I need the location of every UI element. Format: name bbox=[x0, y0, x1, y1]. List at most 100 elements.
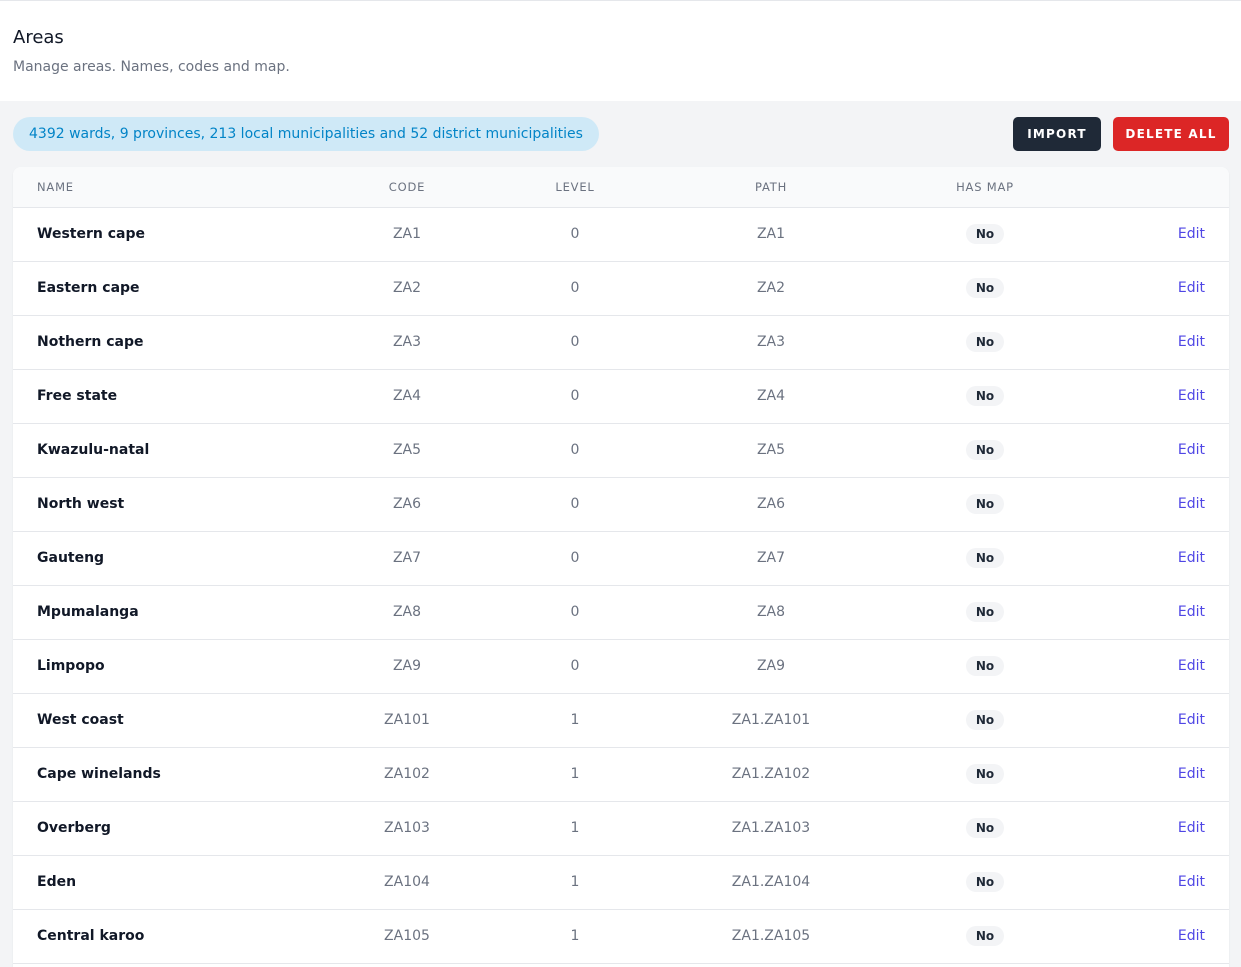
area-level: 0 bbox=[570, 280, 580, 296]
area-code: ZA2 bbox=[392, 280, 422, 296]
edit-link[interactable]: Edit bbox=[1178, 712, 1205, 728]
areas-table-card: Name Code Level Path Has map Western cap… bbox=[13, 167, 1229, 967]
area-code: ZA102 bbox=[384, 766, 430, 782]
area-code: ZA104 bbox=[384, 874, 430, 890]
edit-link[interactable]: Edit bbox=[1178, 928, 1205, 944]
table-body: Western cape ZA1 0 ZA1 No Edit Eastern cape ZA2… bbox=[13, 207, 1229, 963]
area-name: Eden bbox=[37, 874, 77, 890]
area-path: ZA9 bbox=[756, 658, 786, 674]
area-path: ZA7 bbox=[756, 550, 786, 566]
table-row: North west ZA6 0 ZA6 No Edit bbox=[13, 477, 1229, 531]
actions-cell: Edit bbox=[1077, 585, 1229, 639]
area-code: ZA101 bbox=[384, 712, 430, 728]
has-map-cell: No bbox=[893, 261, 1077, 315]
area-path: ZA1.ZA104 bbox=[731, 874, 811, 890]
delete-all-button[interactable]: DELETE ALL bbox=[1113, 117, 1229, 151]
area-path: ZA2 bbox=[756, 280, 786, 296]
area-level: 1 bbox=[570, 766, 580, 782]
area-level: 0 bbox=[570, 496, 580, 512]
area-level: 0 bbox=[570, 226, 580, 242]
actions-cell: Edit bbox=[1077, 369, 1229, 423]
has-map-cell: No bbox=[893, 693, 1077, 747]
edit-link[interactable]: Edit bbox=[1178, 766, 1205, 782]
area-path: ZA1.ZA101 bbox=[731, 712, 811, 728]
area-code: ZA5 bbox=[392, 442, 422, 458]
column-header-code: Code bbox=[388, 179, 426, 194]
area-path: ZA6 bbox=[756, 496, 786, 512]
area-path: ZA3 bbox=[756, 334, 786, 350]
has-map-cell: No bbox=[893, 639, 1077, 693]
area-level: 1 bbox=[570, 874, 580, 890]
area-name: Free state bbox=[37, 388, 118, 404]
table-row: Gauteng ZA7 0 ZA7 No Edit bbox=[13, 531, 1229, 585]
actions-cell: Edit bbox=[1077, 855, 1229, 909]
edit-link[interactable]: Edit bbox=[1178, 550, 1205, 566]
areas-table: Name Code Level Path Has map Western cap… bbox=[13, 167, 1229, 964]
table-row: Overberg ZA103 1 ZA1.ZA103 No Edit bbox=[13, 801, 1229, 855]
table-row: Eastern cape ZA2 0 ZA2 No Edit bbox=[13, 261, 1229, 315]
area-code: ZA9 bbox=[392, 658, 422, 674]
area-name: Gauteng bbox=[37, 550, 105, 566]
has-map-badge: No bbox=[965, 494, 1005, 514]
has-map-cell: No bbox=[893, 477, 1077, 531]
edit-link[interactable]: Edit bbox=[1178, 442, 1205, 458]
actions-cell: Edit bbox=[1077, 261, 1229, 315]
column-header-level: Level bbox=[555, 179, 595, 194]
actions-cell: Edit bbox=[1077, 315, 1229, 369]
area-name: Overberg bbox=[37, 820, 111, 836]
area-name: North west bbox=[37, 496, 125, 512]
page-subtitle: Manage areas. Names, codes and map. bbox=[13, 59, 290, 75]
area-path: ZA1.ZA103 bbox=[731, 820, 811, 836]
column-header-name: Name bbox=[37, 179, 74, 194]
actions-cell: Edit bbox=[1077, 693, 1229, 747]
has-map-badge: No bbox=[965, 548, 1005, 568]
area-code: ZA7 bbox=[392, 550, 422, 566]
actions-cell: Edit bbox=[1077, 747, 1229, 801]
column-header-has-map: Has map bbox=[956, 179, 1014, 194]
table-row: Free state ZA4 0 ZA4 No Edit bbox=[13, 369, 1229, 423]
edit-link[interactable]: Edit bbox=[1178, 658, 1205, 674]
actions-cell: Edit bbox=[1077, 477, 1229, 531]
actions-cell: Edit bbox=[1077, 801, 1229, 855]
edit-link[interactable]: Edit bbox=[1178, 820, 1205, 836]
table-header-row: Name Code Level Path Has map bbox=[13, 167, 1229, 207]
has-map-cell: No bbox=[893, 747, 1077, 801]
edit-link[interactable]: Edit bbox=[1178, 604, 1205, 620]
edit-link[interactable]: Edit bbox=[1178, 334, 1205, 350]
has-map-cell: No bbox=[893, 531, 1077, 585]
page-header: Areas Manage areas. Names, codes and map… bbox=[0, 0, 1241, 101]
edit-link[interactable]: Edit bbox=[1178, 226, 1205, 242]
has-map-cell: No bbox=[893, 585, 1077, 639]
has-map-badge: No bbox=[965, 926, 1005, 946]
area-level: 0 bbox=[570, 658, 580, 674]
edit-link[interactable]: Edit bbox=[1178, 388, 1205, 404]
area-name: Mpumalanga bbox=[37, 604, 139, 620]
area-path: ZA8 bbox=[756, 604, 786, 620]
has-map-badge: No bbox=[965, 278, 1005, 298]
area-code: ZA6 bbox=[392, 496, 422, 512]
column-header-actions bbox=[1077, 167, 1229, 207]
table-row: Kwazulu-natal ZA5 0 ZA5 No Edit bbox=[13, 423, 1229, 477]
table-row: West coast ZA101 1 ZA1.ZA101 No Edit bbox=[13, 693, 1229, 747]
edit-link[interactable]: Edit bbox=[1178, 496, 1205, 512]
has-map-cell: No bbox=[893, 423, 1077, 477]
has-map-cell: No bbox=[893, 855, 1077, 909]
area-level: 0 bbox=[570, 604, 580, 620]
area-level: 0 bbox=[570, 550, 580, 566]
edit-link[interactable]: Edit bbox=[1178, 874, 1205, 890]
table-row: Limpopo ZA9 0 ZA9 No Edit bbox=[13, 639, 1229, 693]
area-name: West coast bbox=[37, 712, 124, 728]
area-code: ZA103 bbox=[384, 820, 430, 836]
area-code: ZA4 bbox=[392, 388, 422, 404]
has-map-badge: No bbox=[965, 710, 1005, 730]
area-code: ZA1 bbox=[392, 226, 422, 242]
table-row: Nothern cape ZA3 0 ZA3 No Edit bbox=[13, 315, 1229, 369]
import-button[interactable]: IMPORT bbox=[1013, 117, 1101, 151]
edit-link[interactable]: Edit bbox=[1178, 280, 1205, 296]
area-name: Cape winelands bbox=[37, 766, 161, 782]
actions-cell: Edit bbox=[1077, 423, 1229, 477]
has-map-cell: No bbox=[893, 801, 1077, 855]
area-name: Eastern cape bbox=[37, 280, 140, 296]
table-row: Western cape ZA1 0 ZA1 No Edit bbox=[13, 207, 1229, 261]
actions-cell: Edit bbox=[1077, 639, 1229, 693]
